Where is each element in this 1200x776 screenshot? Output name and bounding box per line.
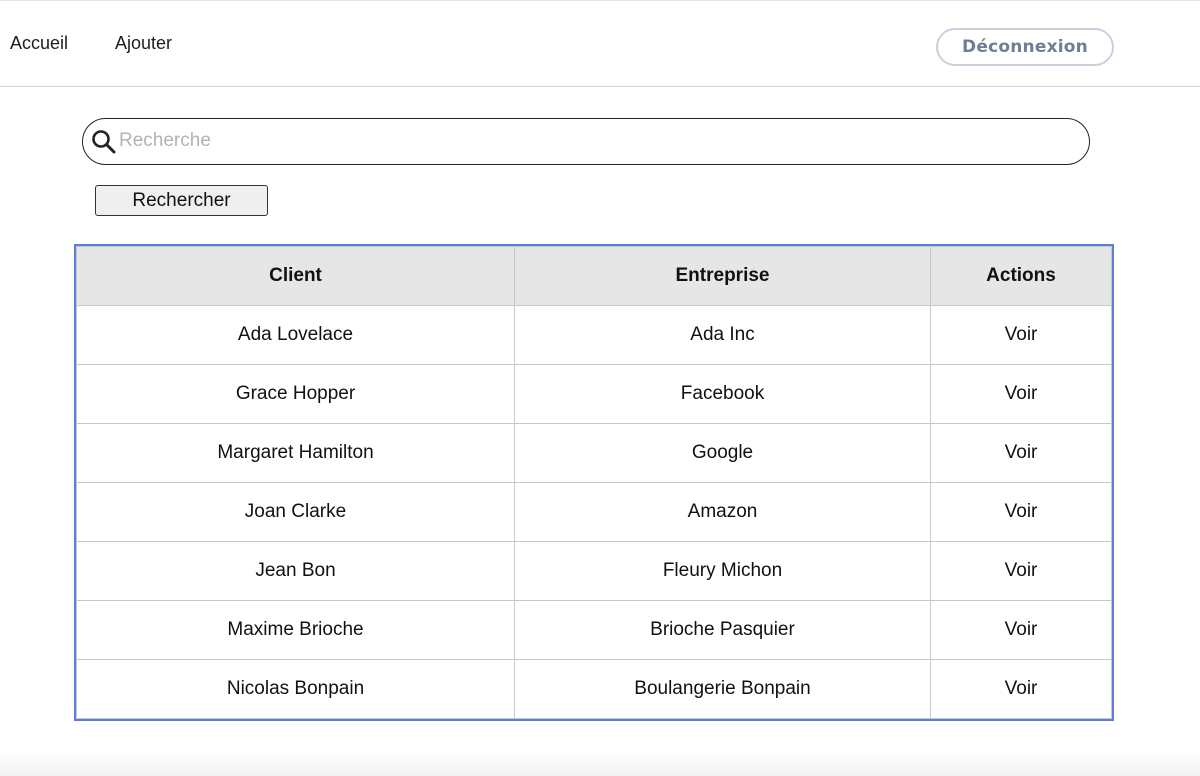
- nav-link-add[interactable]: Ajouter: [115, 32, 172, 54]
- company-cell: Google: [514, 423, 931, 483]
- logout-button[interactable]: Déconnexion: [936, 28, 1114, 66]
- search-icon: [91, 129, 117, 155]
- page-bottom-shade: [0, 752, 1200, 776]
- client-cell: Nicolas Bonpain: [76, 659, 515, 719]
- company-cell: Boulangerie Bonpain: [514, 659, 931, 719]
- top-navigation-bar: Accueil Ajouter Déconnexion: [0, 0, 1200, 87]
- column-header-company: Entreprise: [514, 246, 931, 306]
- client-cell: Margaret Hamilton: [76, 423, 515, 483]
- view-link[interactable]: Voir: [930, 482, 1112, 542]
- view-link[interactable]: Voir: [930, 305, 1112, 365]
- company-cell: Amazon: [514, 482, 931, 542]
- page: Accueil Ajouter Déconnexion Rechercher C…: [0, 0, 1200, 776]
- table-row: Maxime Brioche Brioche Pasquier Voir: [76, 600, 1112, 660]
- view-link[interactable]: Voir: [930, 541, 1112, 601]
- column-header-client: Client: [76, 246, 515, 306]
- company-cell: Ada Inc: [514, 305, 931, 365]
- view-link[interactable]: Voir: [930, 423, 1112, 483]
- client-cell: Grace Hopper: [76, 364, 515, 424]
- table-row: Jean Bon Fleury Michon Voir: [76, 541, 1112, 601]
- search-input[interactable]: [119, 126, 1069, 156]
- table-row: Ada Lovelace Ada Inc Voir: [76, 305, 1112, 365]
- company-cell: Facebook: [514, 364, 931, 424]
- view-link[interactable]: Voir: [930, 600, 1112, 660]
- client-cell: Ada Lovelace: [76, 305, 515, 365]
- column-header-actions: Actions: [930, 246, 1112, 306]
- table-row: Margaret Hamilton Google Voir: [76, 423, 1112, 483]
- search-bar[interactable]: [82, 118, 1090, 165]
- client-cell: Maxime Brioche: [76, 600, 515, 660]
- table-row: Joan Clarke Amazon Voir: [76, 482, 1112, 542]
- table-row: Grace Hopper Facebook Voir: [76, 364, 1112, 424]
- company-cell: Fleury Michon: [514, 541, 931, 601]
- nav-link-home[interactable]: Accueil: [10, 32, 68, 54]
- view-link[interactable]: Voir: [930, 659, 1112, 719]
- table-row: Nicolas Bonpain Boulangerie Bonpain Voir: [76, 659, 1112, 719]
- clients-table: Client Entreprise Actions Ada Lovelace A…: [74, 244, 1114, 721]
- search-button[interactable]: Rechercher: [95, 185, 268, 216]
- view-link[interactable]: Voir: [930, 364, 1112, 424]
- client-cell: Joan Clarke: [76, 482, 515, 542]
- table-header-row: Client Entreprise Actions: [76, 246, 1112, 306]
- company-cell: Brioche Pasquier: [514, 600, 931, 660]
- client-cell: Jean Bon: [76, 541, 515, 601]
